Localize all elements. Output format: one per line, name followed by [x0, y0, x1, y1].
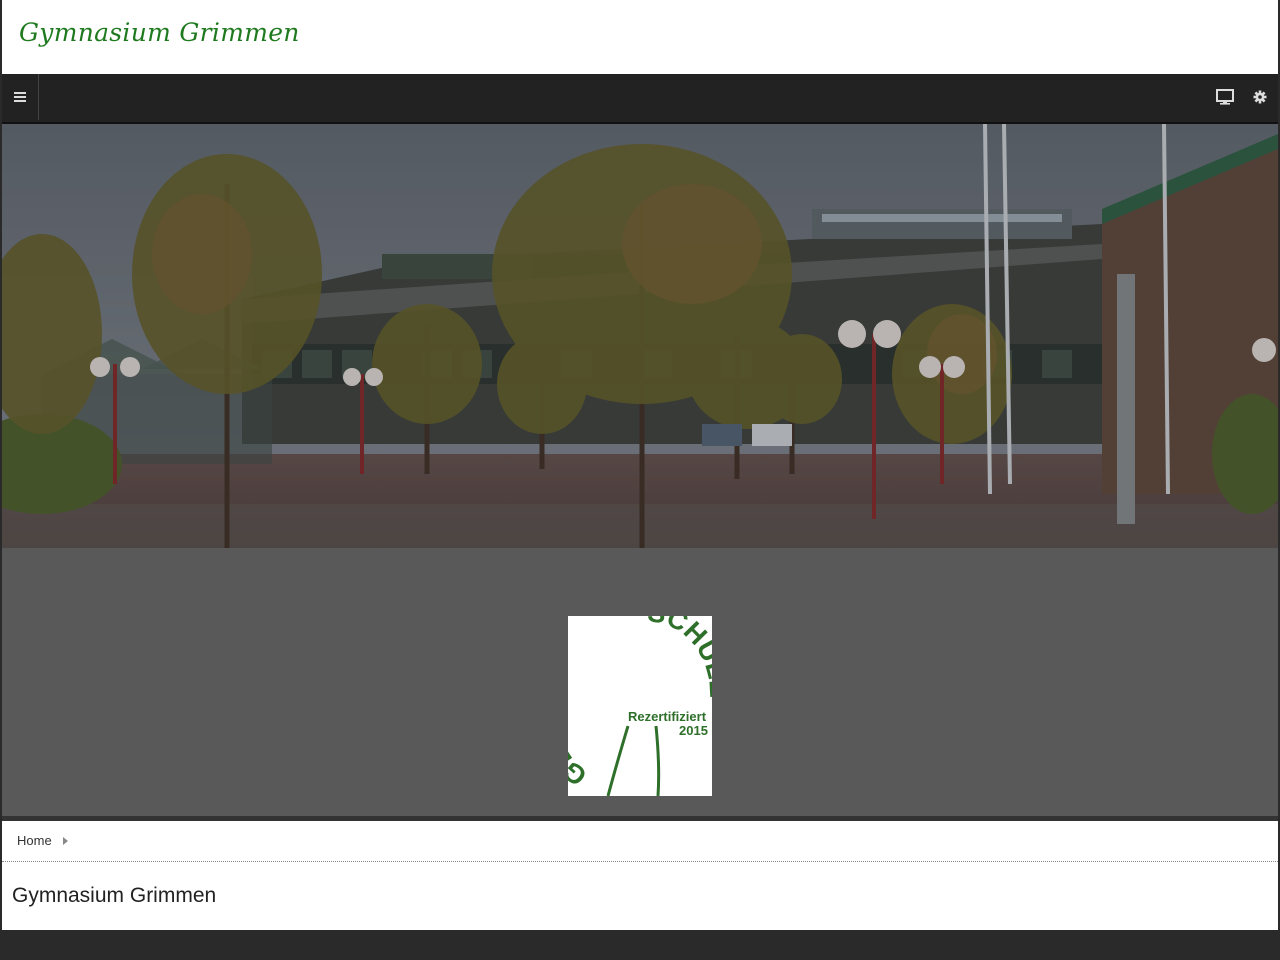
- hamburger-menu-icon[interactable]: [2, 74, 39, 120]
- logo-line2: 2015: [679, 723, 708, 738]
- breadcrumb-home-link[interactable]: Home: [17, 833, 52, 848]
- gesunde-schule-logo[interactable]: GESUNDE SCHULE Rezertifiziert 2015: [530, 597, 734, 797]
- logo-arc-right: SCHULE: [646, 597, 735, 698]
- main-navbar: [2, 74, 1278, 124]
- desktop-monitor-icon[interactable]: [1215, 88, 1235, 106]
- site-header: Gymnasium Grimmen: [2, 0, 1278, 74]
- site-title[interactable]: Gymnasium Grimmen: [19, 18, 300, 47]
- logo-line1: Rezertifiziert: [628, 709, 707, 724]
- svg-text:SCHULE: SCHULE: [646, 616, 712, 698]
- logo-arc-left: GESUNDE: [530, 642, 593, 791]
- breadcrumb-separator-icon: [63, 837, 68, 845]
- gear-icon[interactable]: [1250, 88, 1270, 106]
- svg-text:GESUNDE: GESUNDE: [568, 642, 593, 791]
- breadcrumb: Home: [2, 821, 1278, 862]
- page-title: Gymnasium Grimmen: [12, 884, 217, 907]
- logo-band: GESUNDE SCHULE Rezertifiziert 2015: [2, 548, 1278, 816]
- page-frame: Gymnasium Grimmen CH Rezertifiziert 2015…: [2, 0, 1278, 930]
- hero-school-photo: [2, 124, 1278, 548]
